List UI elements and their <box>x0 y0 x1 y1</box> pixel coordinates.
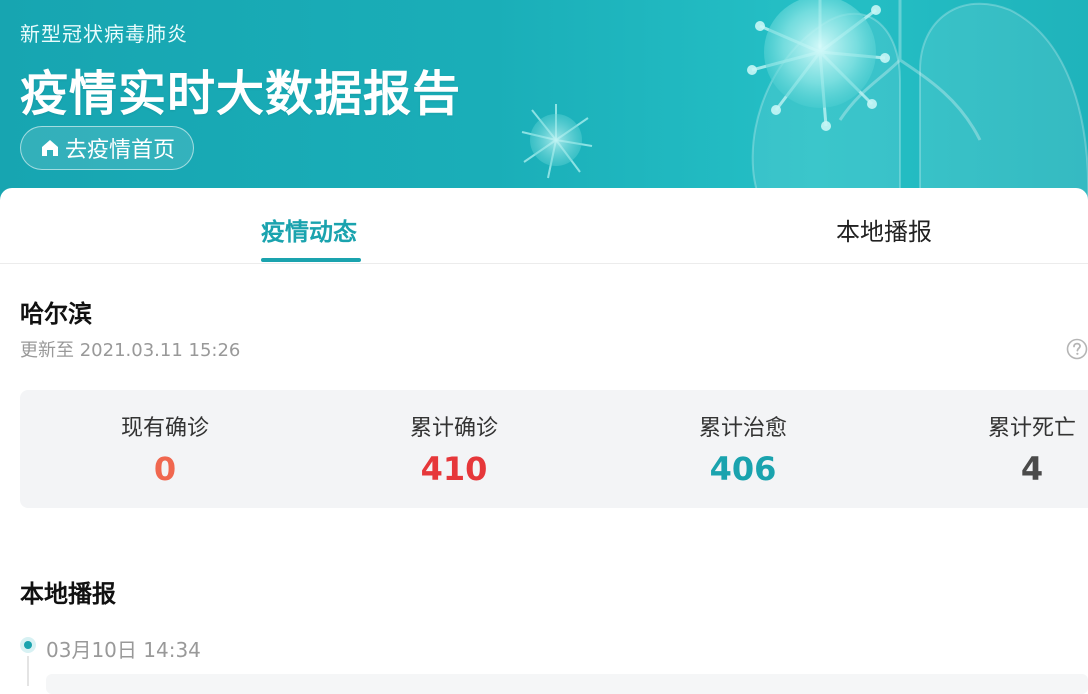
active-tab-indicator <box>261 258 361 262</box>
timeline-dot <box>20 637 36 653</box>
home-icon <box>42 140 58 156</box>
local-news-heading: 本地播报 <box>20 580 116 608</box>
stat-label: 累计治愈 <box>698 416 787 441</box>
page-title: 疫情实时大数据报告 <box>20 66 462 122</box>
stat-value: 4 <box>1020 450 1044 488</box>
go-home-label: 去疫情首页 <box>65 138 176 163</box>
stat-value: 410 <box>420 450 488 488</box>
help-circle-icon[interactable] <box>1066 338 1088 360</box>
stat-label: 累计确诊 <box>409 416 498 441</box>
stat-value: 0 <box>153 450 177 488</box>
stat-label: 现有确诊 <box>120 416 209 441</box>
header-banner: 新型冠状病毒肺炎 疫情实时大数据报告 去疫情首页 <box>0 0 1088 200</box>
news-item-card[interactable] <box>46 674 1088 694</box>
content-card: 疫情动态 本地播报 哈尔滨 更新至 2021.03.11 15:26 现有确诊 … <box>0 188 1088 694</box>
go-home-button[interactable]: 去疫情首页 <box>20 126 195 170</box>
tab-bar: 疫情动态 本地播报 <box>0 188 1088 264</box>
update-time: 更新至 2021.03.11 15:26 <box>20 340 241 361</box>
header-subtitle: 新型冠状病毒肺炎 <box>20 22 188 46</box>
city-name: 哈尔滨 <box>20 300 92 328</box>
tab-epidemic-updates[interactable]: 疫情动态 <box>261 212 357 247</box>
stats-panel: 现有确诊 0 累计确诊 410 累计治愈 406 累计死亡 4 <box>20 390 1088 508</box>
tab-local-news[interactable]: 本地播报 <box>836 212 932 247</box>
news-timestamp: 03月10日 14:34 <box>46 638 201 662</box>
timeline-line <box>27 656 29 686</box>
stat-label: 累计死亡 <box>987 416 1076 441</box>
stat-value: 406 <box>709 450 777 488</box>
